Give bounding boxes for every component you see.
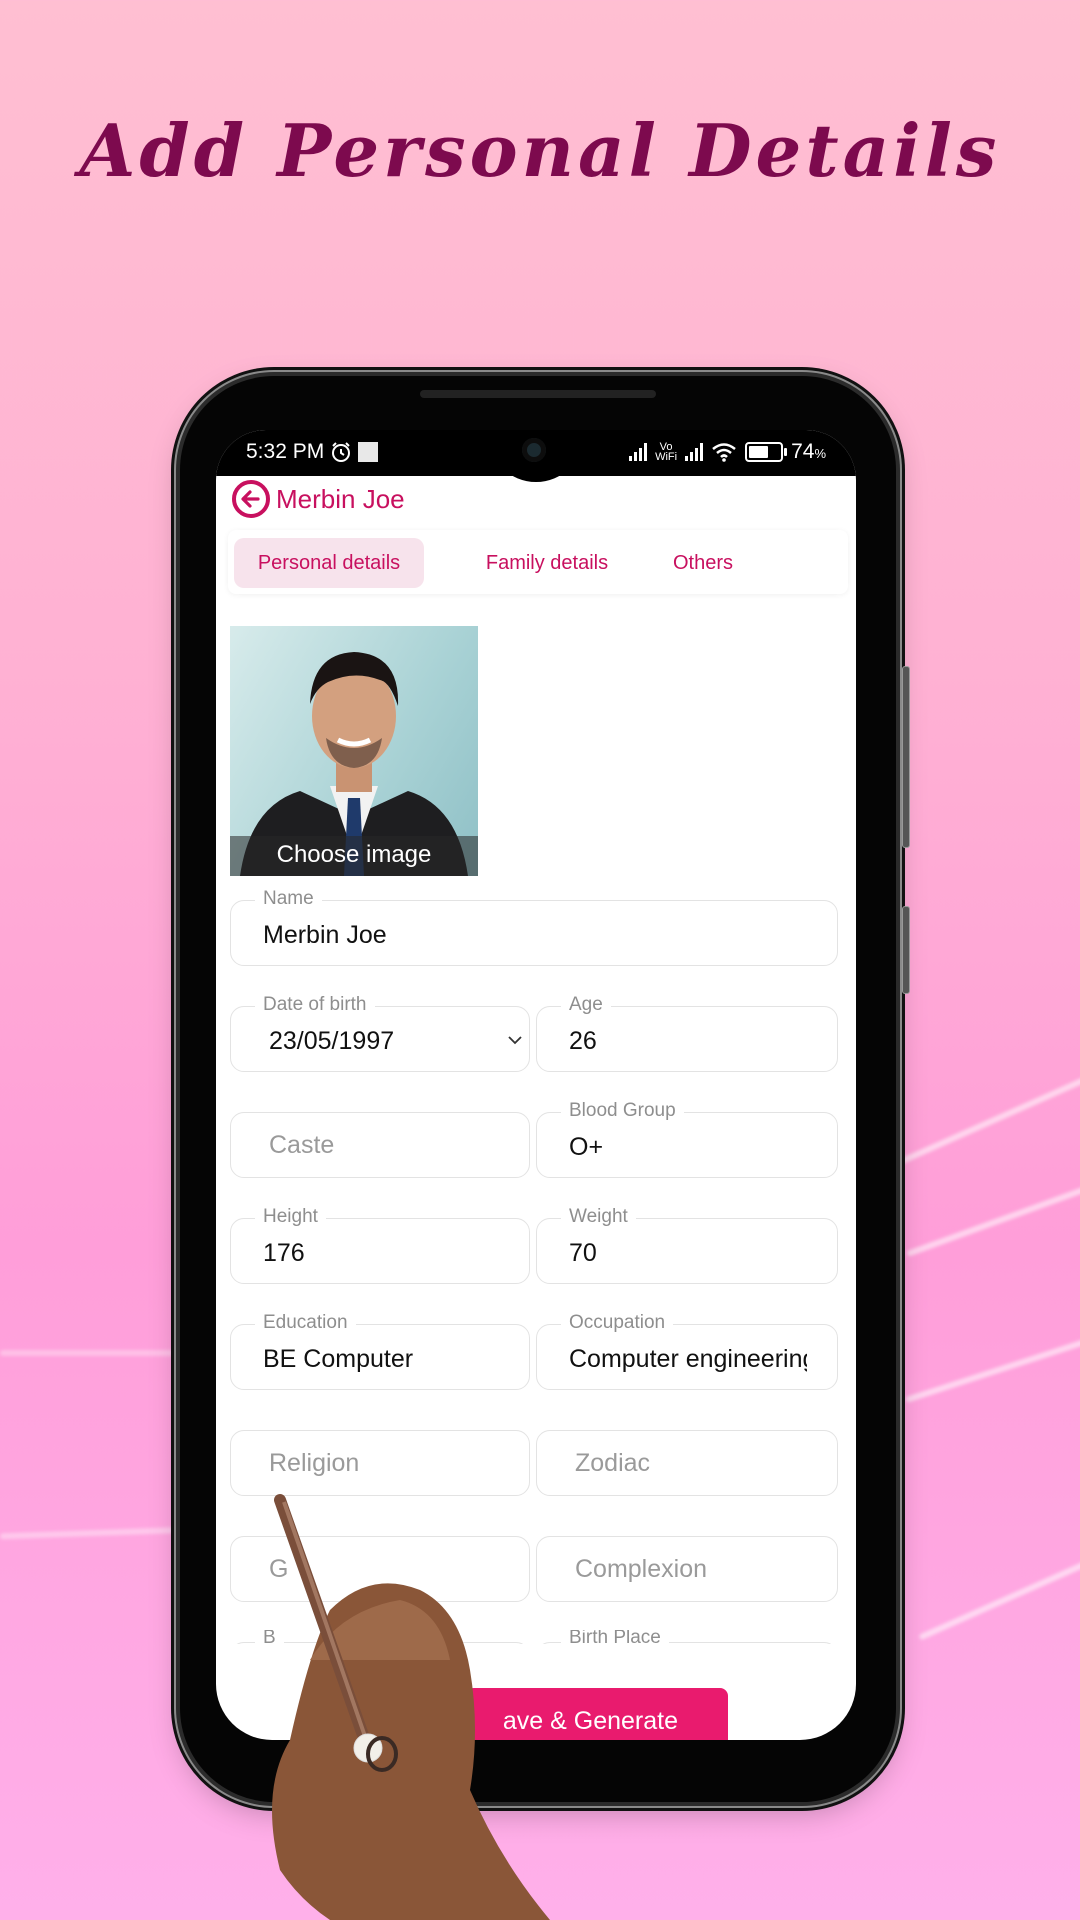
status-time: 5:32 PM <box>246 440 325 463</box>
complexion-placeholder: Complexion <box>575 1555 708 1583</box>
vowifi-icon: Vo WiFi <box>655 441 678 463</box>
battery-percent: 74% <box>791 440 826 463</box>
education-value: BE Computer <box>263 1345 414 1373</box>
zodiac-field[interactable]: Zodiac <box>536 1430 838 1496</box>
birth-place-label: Birth Place <box>561 1630 669 1644</box>
name-field[interactable]: Name Merbin Joe <box>230 888 838 966</box>
arrow-left-circle-icon[interactable] <box>232 480 270 518</box>
caste-field[interactable]: Caste <box>230 1112 530 1178</box>
blood-group-value: O+ <box>569 1133 604 1161</box>
hand-with-pen-illustration <box>272 1494 550 1920</box>
camera-notch <box>488 430 584 482</box>
tab-personal-details[interactable]: Personal details <box>234 538 424 588</box>
notification-square-icon <box>358 442 379 462</box>
birth-place-field[interactable]: Birth Place <box>536 1630 838 1644</box>
background-streak <box>906 1169 1080 1257</box>
page-headline: Add Personal Details <box>79 108 1001 193</box>
date-of-birth-value: 23/05/1997 <box>269 1027 395 1055</box>
status-bar: 5:32 PM Vo WiFi 74% <box>216 430 856 482</box>
battery-icon <box>745 442 788 462</box>
app-bar: Merbin Joe <box>232 480 405 518</box>
front-camera <box>522 438 546 462</box>
app-title: Merbin Joe <box>276 483 405 514</box>
weight-label: Weight <box>561 1206 636 1228</box>
complexion-field[interactable]: Complexion <box>536 1536 838 1602</box>
zodiac-placeholder: Zodiac <box>575 1449 651 1477</box>
religion-field[interactable]: Religion <box>230 1430 530 1496</box>
profile-photo[interactable]: Choose image <box>230 626 478 876</box>
occupation-value: Computer engineering <box>569 1345 807 1373</box>
height-label: Height <box>255 1206 326 1228</box>
tab-bar: Personal details Family details Others <box>228 530 848 594</box>
occupation-label: Occupation <box>561 1312 674 1334</box>
occupation-field[interactable]: Occupation Computer engineering <box>536 1312 838 1390</box>
signal-icon <box>629 443 648 461</box>
choose-image-button[interactable]: Choose image <box>230 836 478 876</box>
date-of-birth-field[interactable]: Date of birth 23/05/1997 <box>230 994 530 1072</box>
age-label: Age <box>561 994 611 1016</box>
tab-others[interactable]: Others <box>648 538 758 588</box>
background-streak <box>0 1526 191 1540</box>
blood-group-label: Blood Group <box>561 1100 684 1122</box>
background-streak <box>918 1545 1080 1641</box>
chevron-down-icon[interactable] <box>507 1035 523 1045</box>
age-value: 26 <box>569 1027 597 1055</box>
weight-field[interactable]: Weight 70 <box>536 1206 838 1284</box>
education-field[interactable]: Education BE Computer <box>230 1312 530 1390</box>
education-label: Education <box>255 1312 356 1334</box>
weight-value: 70 <box>569 1239 597 1267</box>
date-of-birth-label: Date of birth <box>255 994 375 1016</box>
background-streak <box>0 1350 190 1356</box>
height-field[interactable]: Height 176 <box>230 1206 530 1284</box>
background-streak <box>890 1057 1080 1169</box>
religion-placeholder: Religion <box>269 1449 360 1477</box>
blood-group-field[interactable]: Blood Group O+ <box>536 1100 838 1178</box>
signal-icon-2 <box>685 443 704 461</box>
phone-speaker <box>420 390 656 398</box>
alarm-icon <box>332 442 351 462</box>
wifi-icon <box>712 443 736 462</box>
age-field[interactable]: Age 26 <box>536 994 838 1072</box>
height-value: 176 <box>263 1239 305 1267</box>
name-value: Merbin Joe <box>263 921 387 949</box>
background-streak <box>904 1323 1080 1403</box>
power-button <box>902 906 910 994</box>
name-label: Name <box>255 888 322 910</box>
tab-family-details[interactable]: Family details <box>462 538 632 588</box>
volume-button <box>902 666 910 848</box>
caste-placeholder: Caste <box>269 1131 335 1159</box>
